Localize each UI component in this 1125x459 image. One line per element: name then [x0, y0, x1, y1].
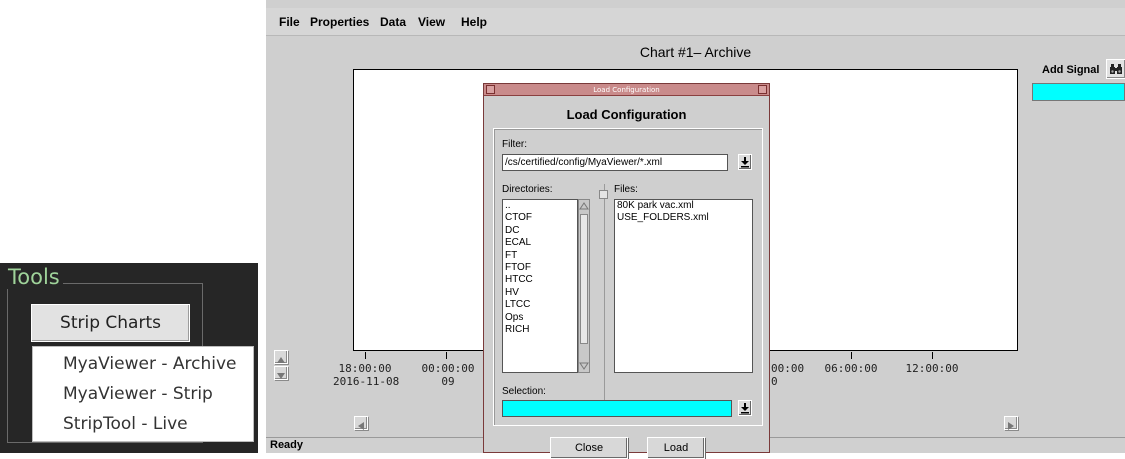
directory-item[interactable]: RICH [503, 324, 577, 336]
tools-panel: Tools Strip Charts MyaViewer - Archive M… [0, 263, 258, 453]
find-signal-button[interactable] [1106, 59, 1125, 79]
dialog-heading: Load Configuration [566, 107, 687, 122]
zoom-down-button[interactable] [274, 366, 288, 380]
menu-help[interactable]: Help [461, 15, 487, 29]
directories-list[interactable]: .. CTOF DC ECAL FT FTOF HTCC HV LTCC Ops… [502, 199, 578, 373]
directory-item[interactable]: FT [503, 250, 577, 262]
scroll-down-icon [579, 362, 589, 370]
x-tick-date: 0 [771, 375, 778, 388]
x-tick-date: 09 [441, 375, 455, 388]
directory-item[interactable]: HV [503, 287, 577, 299]
window-maximize-button[interactable] [758, 85, 767, 94]
x-tick-date: 2016-11-08 [333, 375, 400, 388]
x-tick-time: 18:00:00 [338, 362, 392, 375]
directory-item[interactable]: FTOF [503, 262, 577, 274]
zoom-up-button[interactable] [274, 350, 288, 364]
x-tick-mark [446, 352, 447, 359]
strip-charts-menu: MyaViewer - Archive MyaViewer - Strip St… [32, 346, 254, 442]
menu-item-myaviewer-archive[interactable]: MyaViewer - Archive [63, 349, 237, 379]
scroll-left-button[interactable] [354, 416, 368, 430]
directory-item[interactable]: ECAL [503, 237, 577, 249]
file-item[interactable]: USE_FOLDERS.xml [615, 212, 752, 224]
menu-data[interactable]: Data [380, 15, 406, 29]
x-tick-time: 00:00 [771, 362, 805, 375]
directories-label: Directories: [502, 184, 553, 195]
filter-input[interactable]: /cs/certified/config/MyaViewer/*.xml [502, 154, 728, 171]
tools-title: Tools [5, 265, 63, 289]
directory-item[interactable]: .. [503, 200, 577, 212]
menu-view[interactable]: View [418, 15, 445, 29]
arrow-down-icon [277, 373, 285, 379]
load-button[interactable]: Load [647, 437, 705, 459]
directory-item[interactable]: HTCC [503, 274, 577, 286]
status-text: Ready [270, 439, 304, 451]
load-configuration-dialog: Load Configuration Load Configuration Fi… [483, 83, 770, 459]
x-tick-time: 12:00:00 [905, 362, 959, 375]
file-item[interactable]: 80K park vac.xml [615, 200, 752, 212]
selection-input[interactable] [502, 400, 732, 417]
menu-file[interactable]: File [279, 15, 300, 29]
strip-charts-button[interactable]: Strip Charts [31, 304, 190, 342]
selection-label: Selection: [502, 386, 546, 397]
menu-bar: File Properties Data View Help [266, 8, 1125, 36]
chart-title: Chart #1– Archive [639, 44, 752, 60]
x-tick-mark [851, 352, 852, 359]
x-tick-mark [365, 352, 366, 359]
files-label: Files: [614, 184, 638, 195]
add-signal-label: Add Signal [1042, 64, 1100, 76]
filter-label: Filter: [502, 139, 527, 150]
pane-sash-handle[interactable] [599, 190, 608, 199]
x-tick-mark [932, 352, 933, 359]
directory-item[interactable]: LTCC [503, 299, 577, 311]
download-arrow-icon [741, 157, 749, 168]
directory-item[interactable]: Ops [503, 312, 577, 324]
menu-item-striptool-live[interactable]: StripTool - Live [63, 409, 188, 439]
menu-properties[interactable]: Properties [310, 15, 369, 29]
arrow-right-icon [1008, 422, 1014, 430]
signal-input[interactable] [1032, 83, 1125, 101]
directory-item[interactable]: DC [503, 225, 577, 237]
menu-item-myaviewer-strip[interactable]: MyaViewer - Strip [63, 379, 213, 409]
directories-scrollbar[interactable] [578, 199, 590, 373]
arrow-up-icon [277, 357, 285, 363]
binoculars-icon [1110, 64, 1122, 74]
arrow-left-icon [358, 422, 364, 430]
directories-scroll-thumb[interactable] [580, 214, 588, 344]
x-tick-time: 00:00:00 [421, 362, 475, 375]
scroll-up-icon [579, 202, 589, 210]
filter-apply-button[interactable] [738, 154, 752, 170]
file-selection-box: Filter: /cs/certified/config/MyaViewer/*… [493, 128, 763, 426]
pane-divider [604, 184, 605, 414]
selection-apply-button[interactable] [738, 400, 752, 416]
scroll-right-button[interactable] [1004, 416, 1018, 430]
dialog-titlebar[interactable]: Load Configuration [484, 84, 769, 96]
dialog-window-title: Load Configuration [593, 86, 660, 94]
directory-item[interactable]: CTOF [503, 212, 577, 224]
close-button[interactable]: Close [550, 437, 628, 459]
files-list[interactable]: 80K park vac.xml USE_FOLDERS.xml [614, 199, 753, 373]
x-tick-time: 06:00:00 [824, 362, 878, 375]
download-arrow-icon [741, 403, 749, 414]
